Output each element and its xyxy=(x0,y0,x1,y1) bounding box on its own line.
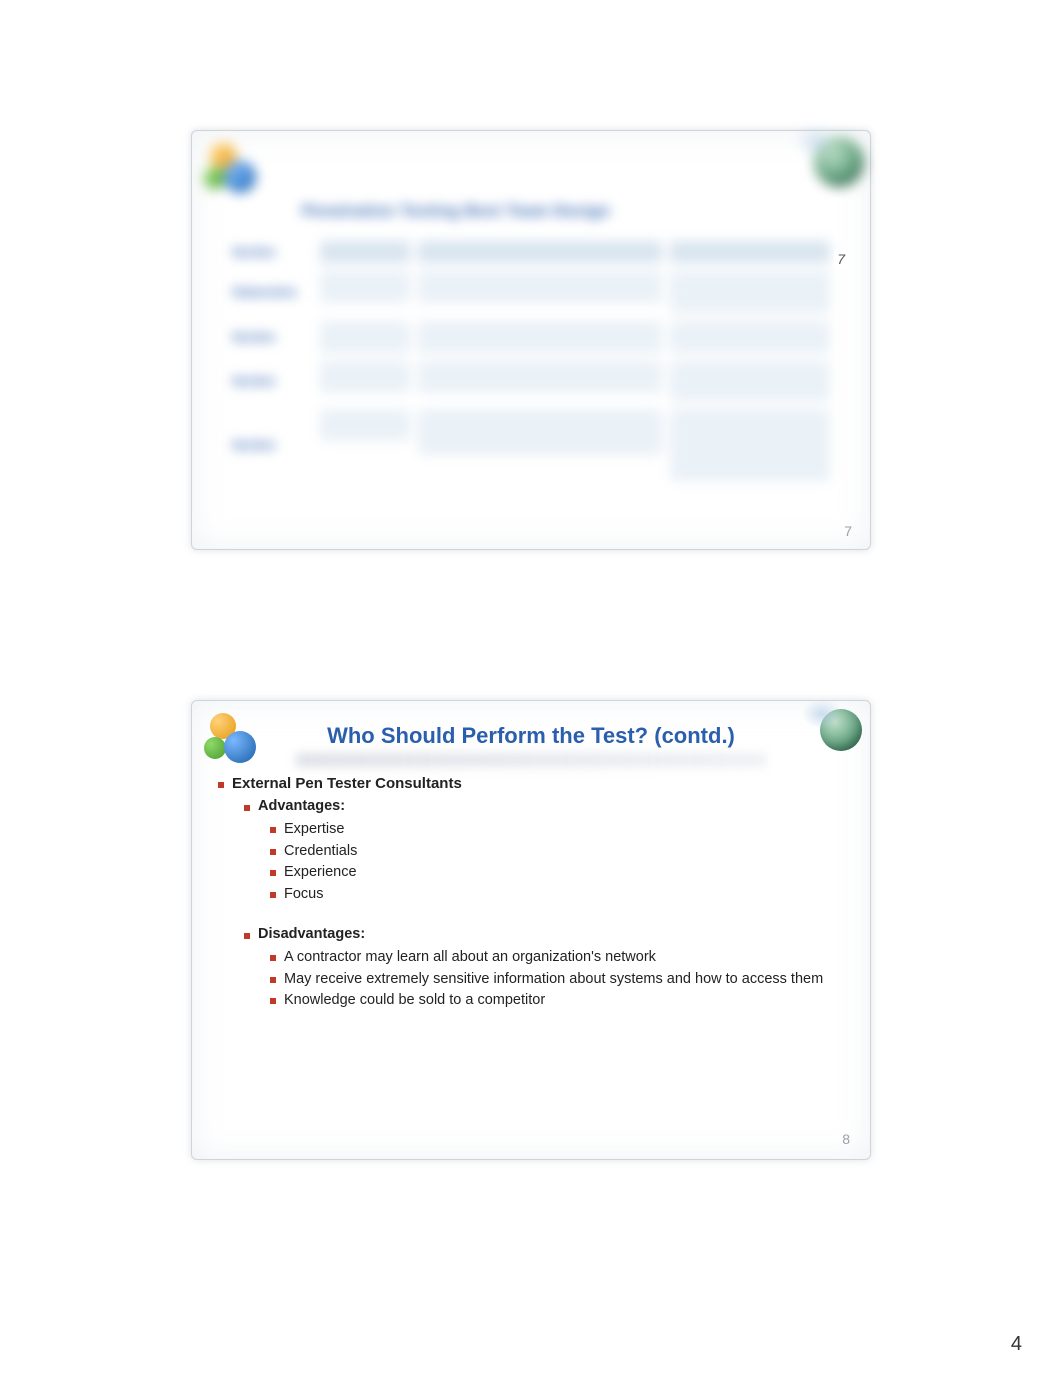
advantage-item: Focus xyxy=(270,885,844,905)
table-row-label: Section xyxy=(232,321,312,353)
page-number: 4 xyxy=(1011,1333,1022,1356)
table-row-label: Section xyxy=(232,409,312,481)
slide-blurred: 7 Penetration Testing Best Team Design S… xyxy=(191,130,871,550)
disadvantage-item: May receive extremely sensitive informat… xyxy=(270,970,844,990)
subtitle-blur xyxy=(296,753,766,767)
slide2-number: 8 xyxy=(842,1131,850,1147)
disadvantage-item: A contractor may learn all about an orga… xyxy=(270,948,844,968)
table-row-label: Subsection xyxy=(232,271,312,313)
advantage-item: Expertise xyxy=(270,820,844,840)
slide2-title: Who Should Perform the Test? (contd.) xyxy=(218,715,844,749)
logo-icon xyxy=(204,709,264,769)
slide1-table: Section Subsection Section Section xyxy=(232,241,830,481)
advantages-heading: Advantages: xyxy=(244,798,844,814)
slide-content: Who Should Perform the Test? (contd.) Ex… xyxy=(191,700,871,1160)
slide1-body: Penetration Testing Best Team Design Sec… xyxy=(192,131,870,549)
advantage-item: Credentials xyxy=(270,842,844,862)
table-row-label: Section xyxy=(232,241,312,263)
slide1-overlay-number: 7 xyxy=(834,251,848,267)
heading-external: External Pen Tester Consultants xyxy=(218,775,844,792)
globe-icon xyxy=(814,137,864,187)
globe-icon xyxy=(820,709,862,751)
advantage-item: Experience xyxy=(270,863,844,883)
table-row-label: Section xyxy=(232,361,312,401)
disadvantages-heading: Disadvantages: xyxy=(244,926,844,942)
logo-icon xyxy=(204,139,264,199)
disadvantage-item: Knowledge could be sold to a competitor xyxy=(270,991,844,1011)
slide1-title: Penetration Testing Best Team Design xyxy=(302,203,610,221)
slide1-number: 7 xyxy=(844,523,852,539)
